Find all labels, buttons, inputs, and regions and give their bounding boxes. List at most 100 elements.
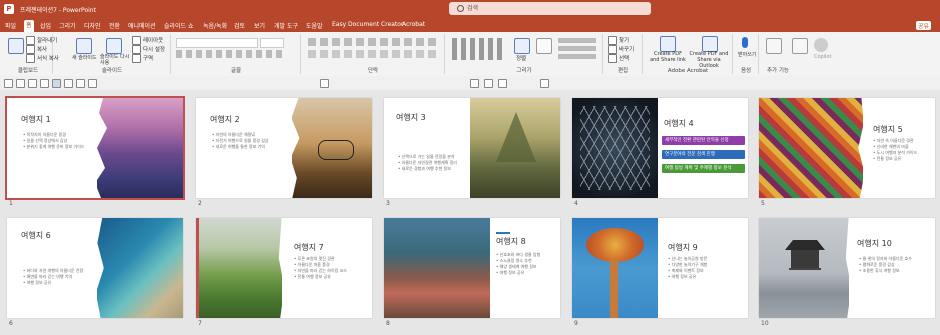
addins-group: Copilot 추가 기능 [760,34,832,74]
create-pdf-share-link-button[interactable]: Create PDF and Share link [650,51,686,63]
font-format-buttons[interactable] [176,50,286,58]
colorful-flowers-photo [759,98,863,198]
paragraph-buttons[interactable] [308,38,438,46]
slide-number: 3 [386,200,390,207]
bullet: 여행 정보 공유 [496,270,556,276]
paste-icon[interactable] [8,38,24,54]
slide-thumbnail-2[interactable]: 여행지 2 자연의 아름다운 해질녘 자전거 여행으로 일몰 풍경 감상 새로운… [196,98,372,198]
bullet: 여행 정보 공유 [23,280,93,286]
tab-transitions[interactable]: 전환 [109,21,120,30]
layout-button[interactable]: 레이아웃 [132,36,163,45]
search-input[interactable]: 검색 [449,2,651,15]
slide-sorter-icon[interactable] [52,79,61,88]
slide-thumbnail-8[interactable]: 여행지 8 산호초와 바다 생물 탐험 스노클링 명소 추천 해양 생태계 여행… [384,218,560,318]
tab-acrobat[interactable]: Acrobat [402,21,425,28]
slide-title: 여행지 4 [664,119,694,128]
tab-slideshow[interactable]: 슬라이드 쇼 [164,21,194,30]
tab-help[interactable]: 도움말 [306,21,323,30]
ribbon: 잘라내기 복사 서식 복사 클립보드 새 슬라이드 슬라이드 다시 사용 레이아… [0,32,940,77]
zoom-icon[interactable] [88,79,97,88]
reuse-slides-button[interactable]: 슬라이드 다시 사용 [100,54,130,66]
create-pdf-icon[interactable] [660,36,676,52]
slide-thumbnail-5[interactable]: 여행지 5 자연 속 아름다운 경관 신비한 해변의 마을 도시 여행과 분석 … [759,98,935,198]
bullet: 새로운 여행을 통한 정보 기억 [212,144,269,150]
search-icon [457,5,464,12]
title-bar: P 프레젠테이션7 - PowerPoint 검색 [0,0,940,18]
font-box-icon[interactable] [320,79,329,88]
slide-number: 1 [9,200,13,207]
notes-icon[interactable] [64,79,73,88]
replace-button[interactable]: 바꾸기 [608,45,634,54]
shape-format-buttons[interactable] [558,38,596,60]
create-pdf-outlook-button[interactable]: Create PDF and Share via Outlook [688,51,730,69]
coral-reef-photo [384,218,490,318]
microphone-icon[interactable] [742,37,748,48]
arrange-icon[interactable] [514,38,530,54]
green-fields-photo [196,218,282,318]
share-button[interactable]: 공유 [916,21,932,30]
bullet: 전통 여행 정보 공유 [294,274,368,280]
slide-sorter: 여행지 1 목적지의 아름다운 풍경 일몰 산맥 정상에서 감상 분위기 좋게 … [0,90,940,335]
slide-thumbnail-6[interactable]: 여행지 6 바다와 자연 여행의 아름다운 전망 해변을 따라 걷는 여행 기억… [7,218,183,318]
cut-button[interactable]: 잘라내기 [26,36,57,45]
quick-styles-icon[interactable] [536,38,552,54]
select-button[interactable]: 선택 [608,54,629,63]
tab-draw[interactable]: 그리기 [59,21,76,30]
quick-access-toolbar [0,76,940,91]
create-pdf-outlook-icon[interactable] [702,36,718,52]
slide-thumbnail-1[interactable]: 여행지 1 목적지의 아름다운 풍경 일몰 산맥 정상에서 감상 분위기 좋게 … [5,96,185,200]
find-button[interactable]: 찾기 [608,36,629,45]
tab-design[interactable]: 디자인 [84,21,101,30]
addins-store-icon[interactable] [792,38,808,54]
tab-record[interactable]: 녹음/녹화 [203,21,227,30]
pill-label: 여행 탐방 계획 및 주제별 정보 분석 [662,164,745,173]
repeat-icon[interactable] [498,79,507,88]
slide-title: 여행지 9 [668,243,698,252]
slide-number: 6 [9,320,13,327]
undo-icon[interactable] [470,79,479,88]
reading-view-icon[interactable] [76,79,85,88]
slide-number: 2 [198,200,202,207]
tab-insert[interactable]: 삽입 [40,21,51,30]
reset-button[interactable]: 다시 설정 [132,45,165,54]
slide-thumbnail-3[interactable]: 여행지 3 산맥으로 가는 일몰 전망을 분석 아름다운 자연경관 여행계획 정… [384,98,560,198]
addins-icon[interactable] [766,38,782,54]
tab-file[interactable]: 파일 [5,21,16,30]
tab-review[interactable]: 검토 [234,21,245,30]
tab-developer[interactable]: 개발 도구 [274,21,298,30]
customize-qat-icon[interactable] [540,79,549,88]
slide-title: 여행지 3 [396,113,426,122]
slide-thumbnail-7[interactable]: 여행지 7 푸른 초원의 멋진 경관 아름다운 마을 풍경 자연을 따라 걷는 … [196,218,372,318]
copilot-button[interactable]: Copilot [814,54,832,60]
copilot-icon[interactable] [814,38,828,52]
new-slide-icon[interactable] [76,38,92,54]
slide-number: 8 [386,320,390,327]
save-icon[interactable] [4,79,13,88]
slide-number: 10 [761,320,769,327]
slide-thumbnail-4[interactable]: 여행지 4 세부적인 전환 관련된 안목을 신청 연구분야의 전문 검색 진행 … [572,98,748,198]
reuse-slide-icon[interactable] [106,38,122,54]
slide-thumbnail-10[interactable]: 여행지 10 물 위의 정자와 아름다운 호수 평화로운 풍경 감상 조용한 휴… [759,218,935,318]
font-name-select[interactable] [176,38,258,48]
shapes-gallery[interactable] [452,38,506,60]
copy-button[interactable]: 복사 [26,45,47,54]
slide-number: 5 [761,200,765,207]
font-size-select[interactable] [260,38,284,48]
new-slide-button[interactable]: 새 슬라이드 [72,54,97,61]
slide-thumbnail-9[interactable]: 여행지 9 신나는 놀이공원 방문 다양한 놀이기구 체험 축제와 이벤트 정보… [572,218,748,318]
tab-easy-document-creator[interactable]: Easy Document Creator [332,21,403,28]
outline-icon[interactable] [40,79,49,88]
voice-group: 받아쓰기 음성 [734,34,759,74]
tab-home[interactable]: 홈 [24,20,34,32]
dictate-button[interactable]: 받아쓰기 [738,51,756,58]
acrobat-group: Create PDF and Share link Create PDF and… [644,34,733,74]
tab-animations[interactable]: 애니메이션 [128,21,156,30]
tab-view[interactable]: 보기 [254,21,265,30]
section-button[interactable]: 구역 [132,54,153,63]
redo-icon[interactable] [484,79,493,88]
arrange-button[interactable]: 정렬 [516,54,526,62]
alignment-buttons[interactable] [308,50,438,58]
view-icon[interactable] [28,79,37,88]
slide-title: 여행지 1 [21,115,51,124]
print-icon[interactable] [16,79,25,88]
